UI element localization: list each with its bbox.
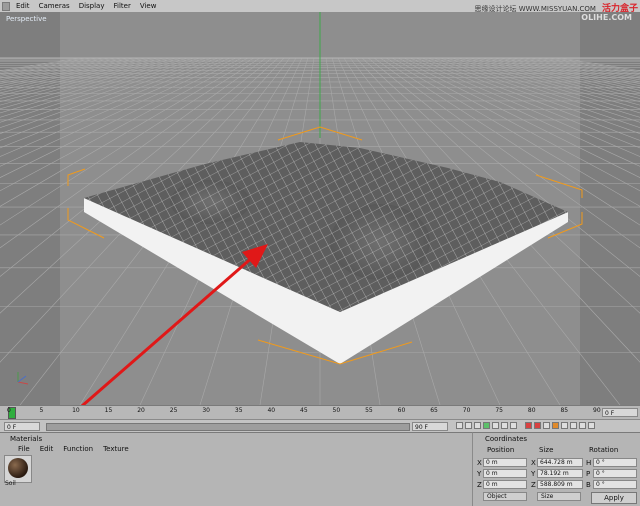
material-name: Soil (5, 480, 16, 487)
timeline-tick-label: 40 (267, 407, 276, 414)
size-y-field[interactable]: 78.192 m (537, 469, 583, 478)
size-axis-label: Z (531, 481, 536, 489)
rot-axis-label: H (586, 459, 592, 467)
end-frame-field[interactable]: 90 F (412, 422, 448, 431)
rot-axis-label: P (586, 470, 591, 478)
coordinates-panel: Coordinates Position Size Rotation X 0 m… (472, 432, 640, 506)
terrain-wireframe (84, 142, 568, 312)
menu-display[interactable]: Display (79, 2, 105, 10)
menu-items: Edit Cameras Display Filter View (16, 2, 156, 10)
view-label: Perspective (6, 15, 47, 23)
timeline-tick-label: 60 (397, 407, 406, 414)
menu-filter[interactable]: Filter (114, 2, 131, 10)
material-thumbnail[interactable] (4, 455, 32, 483)
timeline-tick-label: 90 (593, 407, 601, 414)
scale-key-icon[interactable] (561, 422, 569, 429)
play-icon[interactable] (483, 422, 490, 429)
watermark-site: OLIHE.COM (581, 13, 632, 22)
size-mode-select[interactable]: Size (537, 492, 581, 501)
viewport-canvas (0, 12, 640, 405)
next-key-icon[interactable] (501, 422, 508, 429)
timeline-tick-label: 70 (462, 407, 471, 414)
go-start-icon[interactable] (456, 422, 463, 429)
size-axis-label: X (531, 459, 536, 467)
go-end-icon[interactable] (510, 422, 517, 429)
materials-title: Materials (10, 435, 43, 443)
pos-axis-label: X (477, 459, 482, 467)
position-x-field[interactable]: 0 m (483, 458, 527, 467)
timeline-tick-label: 5 (39, 407, 44, 414)
timeline-tick-label: 30 (202, 407, 210, 414)
coordinates-title: Coordinates (485, 435, 528, 443)
apply-button[interactable]: Apply (591, 492, 637, 504)
timeline-tick-label: 0 (7, 407, 11, 414)
timeline-tick-label: 15 (104, 407, 113, 414)
materials-menu-function[interactable]: Function (63, 445, 93, 453)
timeline-tick-label: 10 (72, 407, 80, 414)
menu-view[interactable]: View (140, 2, 157, 10)
prev-key-icon[interactable] (465, 422, 472, 429)
timeline-tick-label: 75 (495, 407, 503, 414)
header-position: Position (487, 446, 515, 454)
timeline-tick-label: 85 (560, 407, 569, 414)
size-x-field[interactable]: 644.728 m (537, 458, 583, 467)
timeline-tick-label: 55 (365, 407, 373, 414)
current-frame-field[interactable]: 0 F (602, 408, 638, 417)
frame-range-slider[interactable] (46, 423, 410, 431)
rotation-b-field[interactable]: 0 ° (593, 480, 637, 489)
position-z-field[interactable]: 0 m (483, 480, 527, 489)
timeline-tick-label: 65 (430, 407, 438, 414)
material-sphere-icon (8, 458, 28, 478)
materials-menu-edit[interactable]: Edit (40, 445, 54, 453)
timeline-tick-label: 20 (137, 407, 145, 414)
start-frame-field[interactable]: 0 F (4, 422, 40, 431)
rotation-p-field[interactable]: 0 ° (593, 469, 637, 478)
perspective-viewport[interactable]: Perspective (0, 12, 640, 405)
materials-menu: File Edit Function Texture (18, 445, 129, 453)
size-z-field[interactable]: 588.809 m (537, 480, 583, 489)
pos-axis-label: Z (477, 481, 482, 489)
pla-key-icon[interactable] (588, 422, 596, 429)
autokey-icon[interactable] (534, 422, 542, 429)
header-rotation: Rotation (589, 446, 619, 454)
rotation-h-field[interactable]: 0 ° (593, 458, 637, 467)
move-key-icon[interactable] (552, 422, 560, 429)
next-frame-icon[interactable] (492, 422, 499, 429)
size-axis-label: Y (531, 470, 536, 478)
materials-menu-texture[interactable]: Texture (103, 445, 129, 453)
header-size: Size (539, 446, 554, 454)
pos-axis-label: Y (477, 470, 482, 478)
timeline[interactable]: 0 5 10 15 20 25 30 35 40 45 50 55 60 65 70 75 80 85 90 0 F (0, 405, 640, 420)
menu-edit[interactable]: Edit (16, 2, 30, 10)
rotate-key-icon[interactable] (570, 422, 578, 429)
transport-bar: 0 F 90 F (0, 419, 640, 433)
materials-panel: Materials File Edit Function Texture Soi… (0, 432, 472, 506)
mode-select[interactable]: Object (483, 492, 527, 501)
window-icons (2, 2, 10, 11)
window-icon[interactable] (2, 2, 10, 11)
prev-frame-icon[interactable] (474, 422, 481, 429)
timeline-tick-label: 50 (332, 407, 341, 414)
record-icon[interactable] (525, 422, 533, 429)
keyframe-icon[interactable] (543, 422, 551, 429)
materials-menu-file[interactable]: File (18, 445, 30, 453)
playback-controls (456, 422, 597, 431)
menu-cameras[interactable]: Cameras (39, 2, 70, 10)
timeline-tick-label: 25 (169, 407, 178, 414)
timeline-tick-label: 35 (234, 407, 243, 414)
timeline-tick-label: 80 (527, 407, 536, 414)
position-y-field[interactable]: 0 m (483, 469, 527, 478)
rot-axis-label: B (586, 481, 591, 489)
timeline-tick-label: 45 (300, 407, 308, 414)
param-key-icon[interactable] (579, 422, 587, 429)
